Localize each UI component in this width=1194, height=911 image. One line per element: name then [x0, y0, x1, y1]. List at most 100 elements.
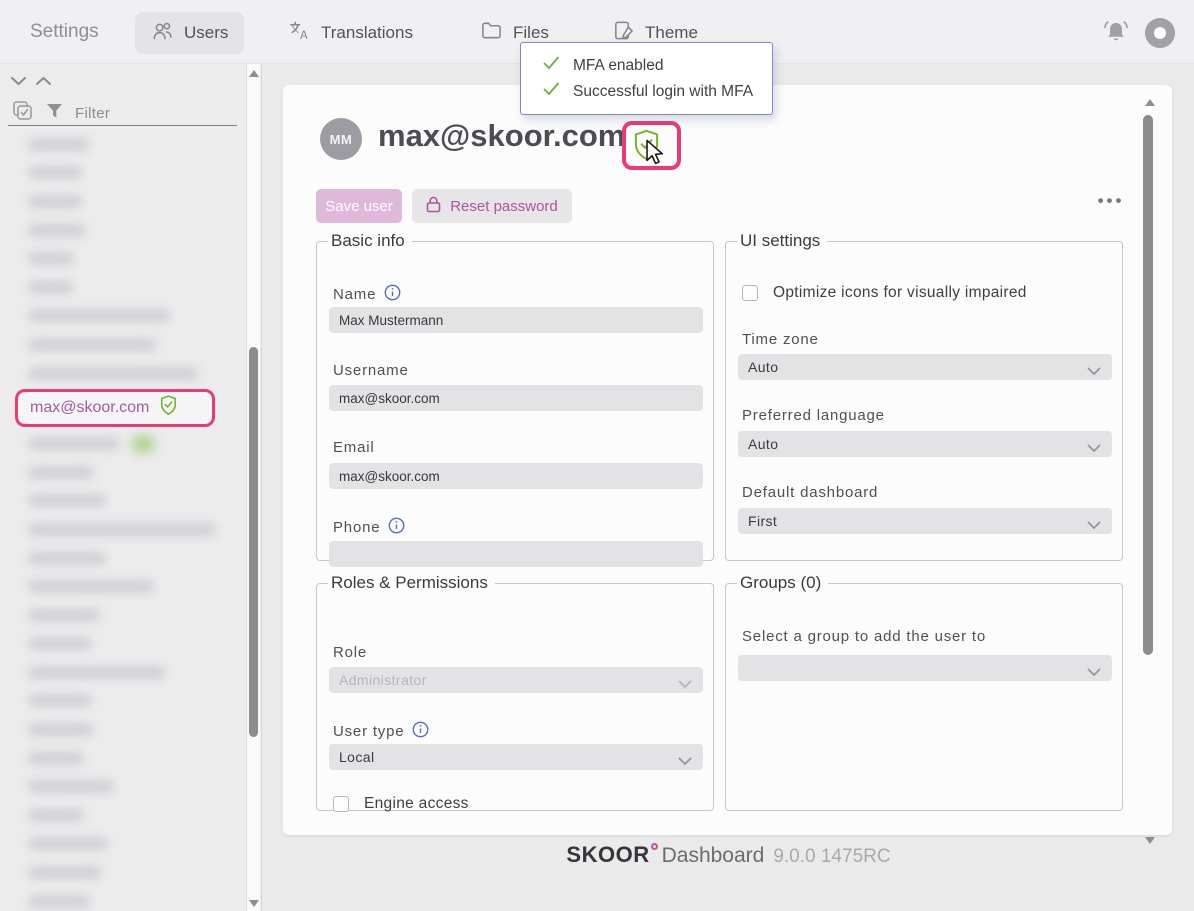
- users-icon: [151, 19, 174, 47]
- check-icon: [543, 82, 560, 101]
- redacted-text: [28, 552, 106, 565]
- chevron-down-icon: [678, 676, 692, 692]
- usertype-select[interactable]: Local: [329, 744, 703, 770]
- redacted-text: [28, 837, 108, 850]
- page-title[interactable]: Settings: [30, 21, 99, 43]
- sidebar-user-label: max@skoor.com: [30, 399, 149, 417]
- redacted-text: [28, 752, 84, 765]
- timezone-select[interactable]: Auto: [738, 354, 1112, 380]
- list-item-redacted[interactable]: [0, 830, 244, 859]
- redacted-text: [28, 166, 82, 179]
- reset-password-button[interactable]: Reset password: [412, 189, 572, 223]
- redacted-text: [28, 437, 120, 450]
- optimize-icons-checkbox-row[interactable]: Optimize icons for visually impaired: [742, 284, 1027, 302]
- filter-label: Filter: [75, 105, 110, 122]
- scroll-up-arrow[interactable]: [1145, 99, 1155, 106]
- chevron-down-icon[interactable]: [10, 74, 27, 92]
- default-dashboard-select[interactable]: First: [738, 508, 1112, 534]
- avatar: MM: [320, 118, 362, 160]
- user-avatar[interactable]: [1145, 18, 1175, 48]
- info-icon[interactable]: [412, 721, 429, 742]
- section-legend: Groups (0): [737, 573, 828, 593]
- filter-icon[interactable]: [46, 103, 63, 124]
- check-icon: [543, 56, 560, 75]
- name-label: Name: [333, 284, 401, 305]
- scrollbar-thumb[interactable]: [249, 347, 258, 737]
- scrollbar-thumb[interactable]: [1143, 115, 1153, 655]
- list-item-redacted[interactable]: [0, 330, 244, 359]
- sidebar: Filter max@skoor.com: [0, 64, 262, 911]
- phone-field[interactable]: [329, 541, 703, 567]
- save-user-button[interactable]: Save user: [316, 189, 402, 223]
- chevron-down-icon: [1087, 363, 1101, 379]
- lock-icon: [426, 196, 441, 217]
- group-select[interactable]: [738, 655, 1112, 681]
- list-item-redacted[interactable]: [0, 359, 244, 388]
- list-item-redacted[interactable]: [0, 687, 244, 716]
- scroll-down-arrow[interactable]: [249, 900, 259, 907]
- username-field[interactable]: [329, 385, 703, 411]
- list-item-redacted[interactable]: [0, 772, 244, 801]
- checkbox[interactable]: [333, 796, 349, 812]
- info-icon[interactable]: [384, 284, 401, 305]
- list-item-redacted[interactable]: [0, 715, 244, 744]
- info-icon[interactable]: [388, 517, 405, 538]
- redacted-text: [28, 494, 106, 507]
- tab-translations[interactable]: A Translations: [272, 12, 429, 54]
- list-item-redacted[interactable]: [0, 244, 244, 273]
- engine-access-checkbox-row[interactable]: Engine access: [333, 795, 469, 813]
- scroll-up-arrow[interactable]: [249, 70, 259, 77]
- list-item-redacted[interactable]: [0, 744, 244, 773]
- annotation-highlight-user: max@skoor.com: [15, 389, 215, 427]
- list-item-redacted[interactable]: [0, 429, 244, 458]
- select-all-icon[interactable]: [12, 100, 34, 127]
- list-item-redacted[interactable]: [0, 572, 244, 601]
- redacted-text: [28, 666, 166, 679]
- redacted-text: [28, 895, 90, 908]
- email-label: Email: [333, 439, 375, 456]
- chevron-up-icon[interactable]: [35, 74, 52, 92]
- redacted-text: [28, 309, 170, 322]
- list-item-redacted[interactable]: [0, 159, 244, 188]
- version-label: 9.0.0 1475RC: [773, 846, 890, 867]
- user-title: max@skoor.com: [378, 118, 625, 154]
- notifications-bell-icon[interactable]: [1102, 18, 1130, 48]
- tab-users[interactable]: Users: [135, 12, 244, 54]
- list-item-redacted[interactable]: [0, 658, 244, 687]
- redacted-text: [28, 637, 92, 650]
- list-item-redacted[interactable]: [0, 801, 244, 830]
- list-item-redacted[interactable]: [0, 601, 244, 630]
- list-item-redacted[interactable]: [0, 630, 244, 659]
- app-window: Settings Users A Tra: [0, 0, 1194, 911]
- email-field[interactable]: [329, 463, 703, 489]
- product-name: Dashboard: [662, 844, 765, 867]
- list-item-redacted[interactable]: [0, 515, 244, 544]
- dashboard-label: Default dashboard: [742, 484, 878, 501]
- list-item-redacted[interactable]: [0, 187, 244, 216]
- redacted-text: [28, 252, 74, 265]
- list-item-redacted[interactable]: [0, 544, 244, 573]
- name-field[interactable]: [329, 307, 703, 333]
- list-item-redacted[interactable]: [0, 302, 244, 331]
- checkbox-label: Optimize icons for visually impaired: [773, 284, 1027, 302]
- list-item-redacted[interactable]: [0, 273, 244, 302]
- redacted-text: [28, 338, 156, 351]
- sidebar-scrollbar[interactable]: [246, 64, 260, 911]
- list-item-redacted[interactable]: [0, 216, 244, 245]
- checkbox[interactable]: [742, 285, 758, 301]
- list-item-redacted[interactable]: [0, 458, 244, 487]
- list-item-redacted[interactable]: [0, 858, 244, 887]
- list-item-redacted[interactable]: [0, 887, 244, 911]
- tab-label: Files: [513, 23, 549, 43]
- list-item-redacted[interactable]: [0, 487, 244, 516]
- list-item-selected[interactable]: max@skoor.com: [0, 387, 244, 429]
- section-legend: UI settings: [737, 231, 827, 251]
- language-select[interactable]: Auto: [738, 431, 1112, 457]
- username-label: Username: [333, 362, 409, 379]
- list-item-redacted[interactable]: [0, 130, 244, 159]
- chevron-down-icon: [1087, 440, 1101, 456]
- folder-icon: [480, 19, 503, 47]
- language-label: Preferred language: [742, 407, 885, 424]
- more-options-button[interactable]: •••: [1095, 191, 1127, 215]
- timezone-label: Time zone: [742, 331, 819, 348]
